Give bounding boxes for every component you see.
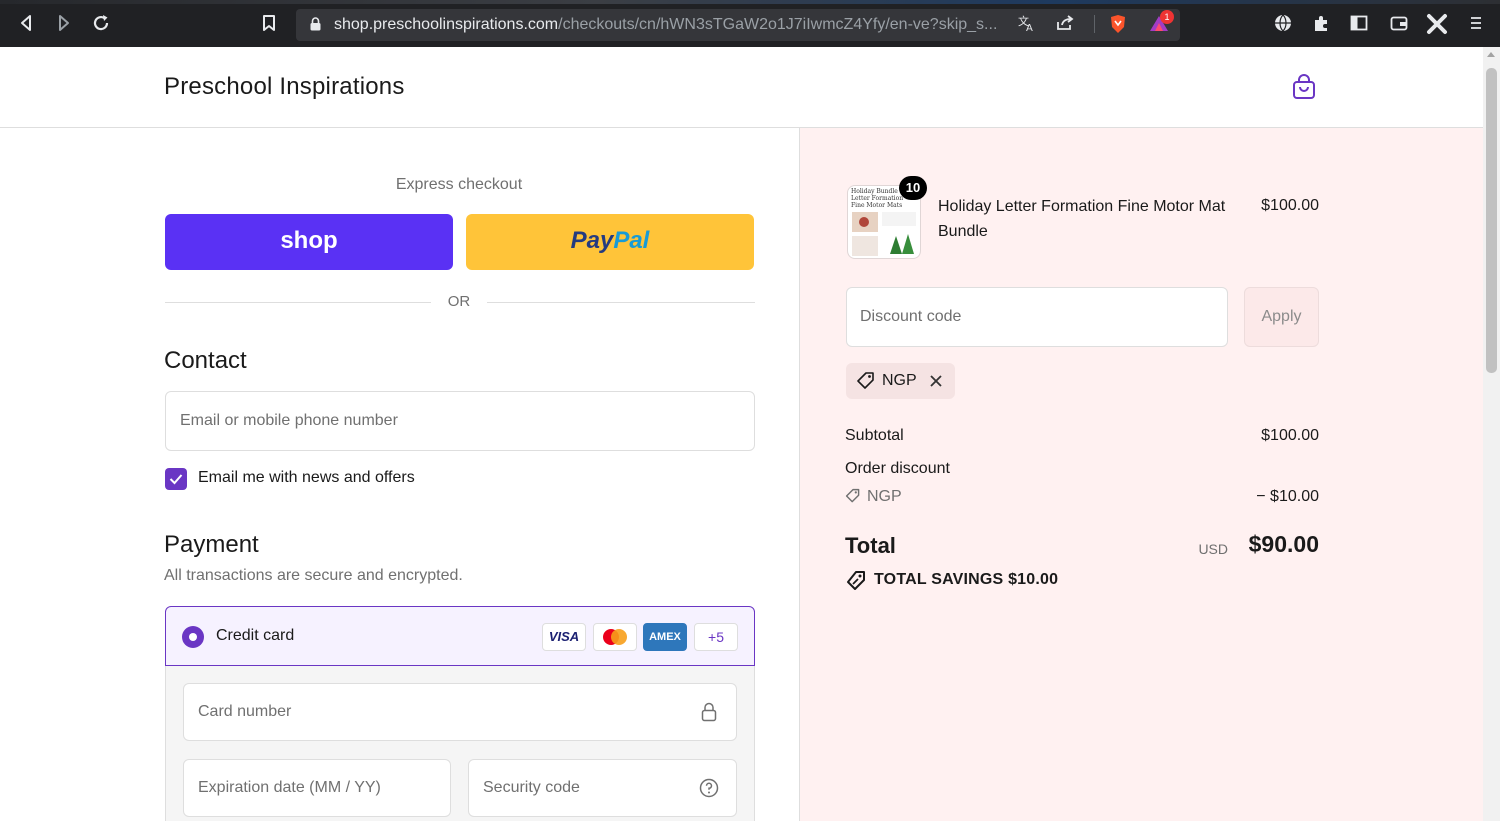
- url-text: shop.preschoolinspirations.com/checkouts…: [334, 16, 998, 33]
- card-number-placeholder: Card number: [198, 703, 292, 720]
- amex-icon: AMEX: [643, 623, 687, 651]
- extensions-icon[interactable]: [1310, 13, 1332, 35]
- notification-badge: 1: [1160, 10, 1174, 24]
- email-field[interactable]: Email or mobile phone number: [165, 391, 755, 451]
- discount-code-input[interactable]: Discount code: [846, 287, 1228, 347]
- browser-toolbar: shop.preschoolinspirations.com/checkouts…: [0, 0, 1500, 47]
- store-name[interactable]: Preschool Inspirations: [164, 73, 405, 101]
- lock-icon: [310, 17, 321, 31]
- order-summary: Holiday Bundle Letter Formation Fine Mot…: [799, 128, 1483, 821]
- remove-discount-icon[interactable]: [929, 374, 943, 388]
- wallet-icon[interactable]: [1388, 13, 1410, 35]
- shopping-bag-icon[interactable]: [1292, 74, 1316, 100]
- express-checkout-label: Express checkout: [395, 176, 523, 193]
- expiration-date-field[interactable]: Expiration date (MM / YY): [183, 759, 451, 817]
- scroll-up-arrow-icon[interactable]: [1487, 52, 1495, 57]
- discount-code-label: NGP: [867, 488, 902, 505]
- thumb-title-3: Fine Motor Mats: [851, 202, 903, 209]
- subtotal-value: $100.00: [1261, 427, 1319, 444]
- security-code-placeholder: Security code: [483, 779, 580, 796]
- card-number-field[interactable]: Card number: [183, 683, 737, 741]
- lock-icon: [701, 702, 717, 722]
- thumb-title-2: Letter Formation: [851, 195, 904, 202]
- address-bar[interactable]: shop.preschoolinspirations.com/checkouts…: [296, 9, 1180, 41]
- menu-icon[interactable]: [1465, 13, 1487, 35]
- paypal-logo-pal: Pal: [613, 227, 650, 254]
- quantity-badge: 10: [899, 176, 927, 200]
- payment-subtitle: All transactions are secure and encrypte…: [164, 567, 463, 584]
- divider-right: [487, 302, 755, 303]
- scrollbar-thumb[interactable]: [1486, 68, 1497, 373]
- mastercard-icon: [593, 623, 637, 651]
- paypal-logo-pay: Pay: [570, 227, 614, 254]
- forward-icon[interactable]: [52, 13, 74, 35]
- translate-icon[interactable]: 文A: [1016, 13, 1038, 35]
- contact-title: Contact: [164, 347, 247, 374]
- email-placeholder: Email or mobile phone number: [180, 412, 398, 429]
- discount-placeholder: Discount code: [860, 308, 962, 325]
- discount-tag-icon: [845, 488, 860, 503]
- reload-icon[interactable]: [90, 13, 112, 35]
- paypal-button[interactable]: PayPal: [466, 214, 754, 270]
- total-label: Total: [845, 533, 896, 558]
- bookmark-icon[interactable]: [258, 13, 280, 35]
- or-divider-label: OR: [447, 293, 471, 310]
- globe-icon[interactable]: [1272, 13, 1294, 35]
- subtotal-label: Subtotal: [845, 427, 904, 444]
- tab-strip-edge: [0, 0, 1500, 4]
- credit-card-radio[interactable]: [182, 626, 204, 648]
- shop-pay-button[interactable]: shop: [165, 214, 453, 270]
- profile-icon[interactable]: [1426, 13, 1448, 35]
- product-name: Holiday Letter Formation Fine Motor Mat …: [938, 198, 1226, 240]
- back-icon[interactable]: [16, 13, 38, 35]
- order-discount-label: Order discount: [845, 460, 950, 477]
- newsletter-checkbox[interactable]: [165, 468, 187, 490]
- currency-code: USD: [1198, 541, 1228, 557]
- brave-rewards-icon[interactable]: 1: [1148, 10, 1174, 35]
- thumb-title-1: Holiday Bundle: [851, 188, 898, 195]
- applied-discount-chip: NGP: [846, 363, 955, 399]
- more-cards-badge[interactable]: +5: [694, 623, 738, 651]
- toolbar-divider: [1094, 15, 1095, 33]
- checkmark-icon: [169, 474, 183, 485]
- applied-code: NGP: [882, 372, 917, 389]
- product-image-icon: [852, 212, 916, 256]
- visa-icon: VISA: [542, 623, 586, 651]
- total-value: $90.00: [1248, 531, 1319, 557]
- divider-left: [165, 302, 431, 303]
- tag-icon: [857, 372, 874, 389]
- product-price: $100.00: [1261, 197, 1319, 214]
- security-code-field[interactable]: Security code: [468, 759, 737, 817]
- total-savings: TOTAL SAVINGS $10.00: [874, 571, 1059, 588]
- checkout-header: Preschool Inspirations: [0, 47, 1483, 128]
- expiration-placeholder: Expiration date (MM / YY): [198, 779, 381, 796]
- savings-tag-icon: [847, 571, 865, 590]
- share-icon[interactable]: [1054, 13, 1076, 35]
- apply-discount-button[interactable]: Apply: [1244, 287, 1319, 347]
- credit-card-label: Credit card: [216, 627, 295, 644]
- payment-title: Payment: [164, 531, 259, 558]
- help-circle-icon[interactable]: [699, 778, 719, 798]
- credit-card-panel: Card number Expiration date (MM / YY) Se…: [165, 666, 755, 821]
- newsletter-label[interactable]: Email me with news and offers: [198, 469, 415, 487]
- brave-shield-icon[interactable]: [1107, 13, 1129, 35]
- credit-card-option[interactable]: Credit card VISA AMEX +5: [165, 606, 755, 666]
- sidebar-icon[interactable]: [1348, 13, 1370, 35]
- svg-text:A: A: [1026, 23, 1033, 33]
- checkout-main: Express checkout shop PayPal OR Contact …: [0, 128, 800, 821]
- discount-value: − $10.00: [1256, 488, 1319, 505]
